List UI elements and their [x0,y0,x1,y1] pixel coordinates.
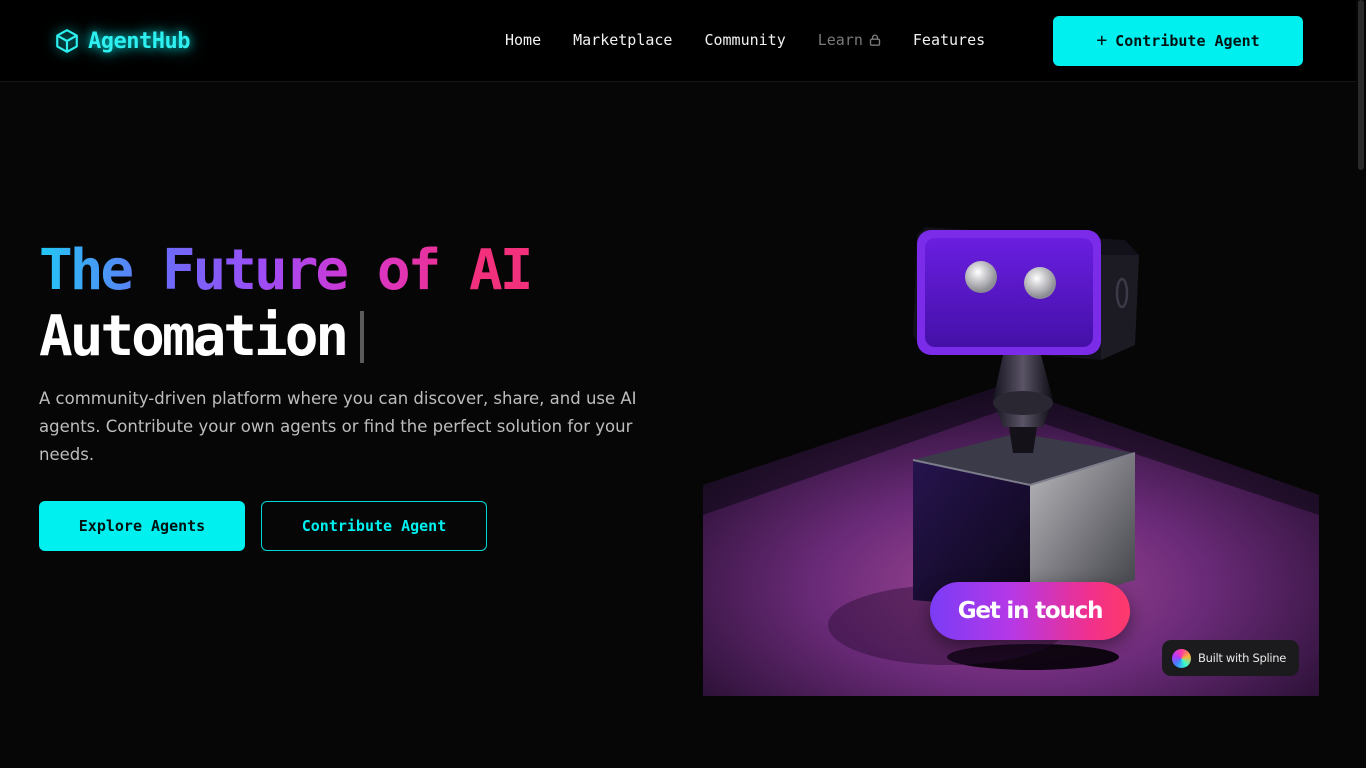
nav-item-learn: Learn [818,31,881,49]
built-with-spline-badge[interactable]: Built with Spline [1162,640,1299,676]
spline-scene[interactable]: Get in touch Built with Spline [703,195,1319,696]
nav-links: Home Marketplace Community Learn Feature… [505,31,1017,49]
contribute-agent-button[interactable]: Contribute Agent [261,501,487,551]
cube-icon [56,29,78,53]
get-in-touch-button[interactable]: Get in touch [930,582,1130,640]
spline-logo-icon [1172,648,1191,668]
explore-agents-button[interactable]: Explore Agents [39,501,245,551]
hero-title: The Future of AI Automation [39,238,533,370]
lock-icon [869,34,881,46]
contribute-agent-nav-button[interactable]: + Contribute Agent [1053,16,1303,66]
typing-cursor [360,311,365,363]
brand-name: AgentHub [88,28,190,54]
nav-item-features[interactable]: Features [913,31,985,49]
brand-logo[interactable]: AgentHub [54,28,190,54]
top-navbar: AgentHub Home Marketplace Community Lear… [0,0,1366,82]
hero-title-line2: Automation [39,304,349,369]
scrollbar[interactable] [1356,0,1366,768]
hero-title-line2-wrap: Automation [39,304,530,370]
nav-item-marketplace[interactable]: Marketplace [573,31,672,49]
hero-description: A community-driven platform where you ca… [39,389,637,464]
hero-title-line1: The Future of AI [39,238,533,303]
nav-item-learn-label: Learn [817,31,863,49]
spline-badge-label: Built with Spline [1198,651,1287,665]
plus-icon: + [1096,30,1108,51]
contribute-agent-nav-label: Contribute Agent [1115,32,1260,50]
scrollbar-thumb[interactable] [1358,0,1364,170]
nav-item-community[interactable]: Community [704,31,785,49]
nav-item-home[interactable]: Home [505,31,541,49]
